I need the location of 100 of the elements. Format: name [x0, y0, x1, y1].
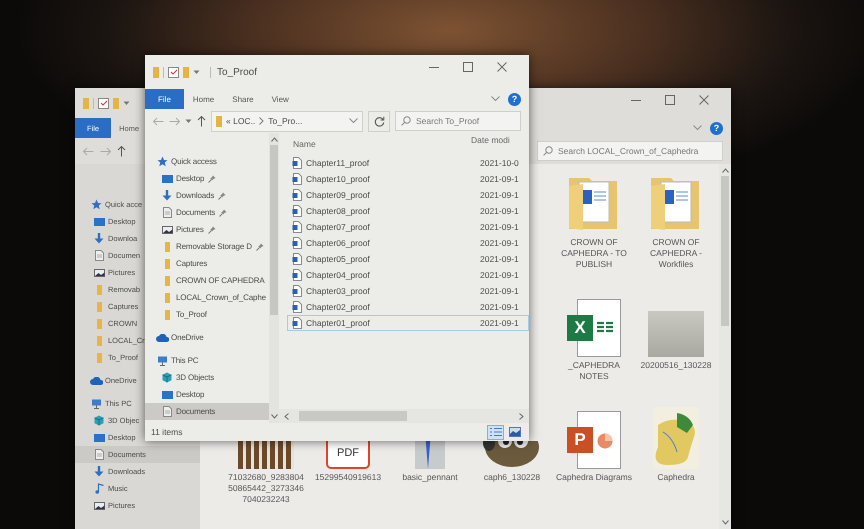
- nav-item[interactable]: Documents: [145, 403, 269, 420]
- column-header[interactable]: Date modi: [471, 135, 510, 145]
- nav-item[interactable]: Pictures: [145, 221, 269, 238]
- address-bar[interactable]: « LOC.. To_Pro...: [211, 110, 363, 132]
- help-button[interactable]: ?: [508, 92, 521, 106]
- file-tab[interactable]: File: [145, 89, 184, 109]
- music-note-icon: [94, 483, 104, 494]
- ribbon-tab[interactable]: Home: [184, 89, 224, 109]
- file-row[interactable]: Chapter10_proof 2021-09-1: [287, 171, 529, 187]
- nav-item[interactable]: Downloads: [145, 187, 269, 204]
- folder-label[interactable]: CROWN OF CAPHEDRA - Workfiles: [637, 237, 715, 270]
- scrollbar[interactable]: [279, 409, 529, 423]
- folder-label[interactable]: CROWN OF CAPHEDRA - TO PUBLISH: [555, 237, 633, 270]
- file-label[interactable]: caph6_130228: [484, 472, 540, 483]
- map-thumbnail[interactable]: [653, 407, 699, 469]
- caret-icon[interactable]: [193, 70, 200, 74]
- nav-item[interactable]: To_Proof: [145, 306, 269, 323]
- scroll-down-icon[interactable]: [270, 414, 278, 419]
- caret-icon[interactable]: [185, 118, 192, 124]
- document-icon: [292, 189, 302, 201]
- date-modified: 2021-09-1: [480, 238, 519, 248]
- scroll-left-icon[interactable]: [284, 412, 289, 420]
- nav-item[interactable]: Removable Storage D: [145, 238, 269, 255]
- star-icon: [156, 156, 168, 167]
- nav-item[interactable]: Quick access: [145, 153, 269, 170]
- scrollbar[interactable]: [719, 164, 731, 529]
- file-label[interactable]: basic_pennant: [402, 472, 458, 483]
- search-field[interactable]: Search LOCAL_Crown_of_Caphedra: [537, 141, 723, 161]
- nav-item[interactable]: Captures: [145, 255, 269, 272]
- date-modified: 2021-09-1: [480, 302, 519, 312]
- date-modified: 2021-09-1: [480, 174, 519, 184]
- nav-item[interactable]: Documents: [145, 204, 269, 221]
- ribbon-tab[interactable]: Share: [223, 89, 263, 109]
- document-icon: [292, 157, 302, 169]
- file-row[interactable]: Chapter02_proof 2021-09-1: [287, 299, 529, 315]
- file-row[interactable]: Chapter03_proof 2021-09-1: [287, 283, 529, 299]
- file-row[interactable]: Chapter07_proof 2021-09-1: [287, 219, 529, 235]
- document-icon: [292, 237, 302, 249]
- view-button[interactable]: [487, 424, 504, 440]
- refresh-button[interactable]: [368, 110, 390, 132]
- up-arrow-icon[interactable]: [197, 116, 206, 126]
- cloud-icon: [90, 376, 102, 384]
- view-button[interactable]: [506, 424, 523, 440]
- file-row[interactable]: Chapter08_proof 2021-09-1: [287, 203, 529, 219]
- cube-icon: [162, 372, 172, 383]
- properties-icon[interactable]: [98, 98, 109, 108]
- scroll-up-icon[interactable]: [270, 137, 278, 142]
- file-name: Chapter11_proof: [306, 158, 370, 168]
- scroll-down-icon[interactable]: [722, 520, 728, 525]
- date-modified: 2021-09-1: [480, 206, 519, 216]
- nav-item[interactable]: Desktop: [145, 386, 269, 403]
- file-name: Chapter08_proof: [306, 206, 371, 216]
- refresh-icon: [374, 116, 384, 126]
- nav-item[interactable]: 3D Objects: [145, 369, 269, 386]
- scroll-up-icon[interactable]: [722, 168, 728, 173]
- date-modified: 2021-09-1: [480, 318, 519, 328]
- search-field[interactable]: Search To_Proof: [395, 111, 521, 131]
- nav-item[interactable]: Desktop: [145, 170, 269, 187]
- file-row[interactable]: Chapter06_proof 2021-09-1: [287, 235, 529, 251]
- computer-icon: [156, 356, 168, 366]
- breadcrumb-item[interactable]: « LOC..: [226, 116, 256, 126]
- nav-item[interactable]: LOCAL_Crown_of_Caphe: [145, 289, 269, 306]
- file-name: Chapter03_proof: [306, 286, 371, 296]
- file-label[interactable]: _CAPHEDRA NOTES: [555, 360, 633, 382]
- file-row[interactable]: Chapter11_proof 2021-10-0: [287, 155, 529, 171]
- chevron-down-icon[interactable]: [349, 118, 358, 124]
- chart-thumbnail[interactable]: [238, 441, 294, 469]
- nav-item[interactable]: CROWN OF CAPHEDRA: [145, 272, 269, 289]
- forward-arrow-icon[interactable]: [169, 116, 180, 126]
- back-arrow-icon[interactable]: [153, 116, 164, 126]
- scroll-right-icon[interactable]: [519, 412, 524, 420]
- desktop-icon: [94, 218, 104, 226]
- scrollbar[interactable]: [269, 133, 279, 423]
- file-row[interactable]: Chapter01_proof 2021-09-1: [287, 315, 529, 331]
- picture-icon: [94, 268, 104, 276]
- file-label[interactable]: 71032680_928380450865442_32733467040232243: [227, 472, 305, 505]
- nav-item[interactable]: OneDrive: [145, 329, 269, 346]
- breadcrumb-item[interactable]: To_Pro...: [268, 116, 302, 126]
- caret-icon[interactable]: [123, 100, 130, 106]
- nav-item[interactable]: This PC: [145, 352, 269, 369]
- star-icon: [90, 199, 102, 210]
- file-label[interactable]: 20200516_130228: [640, 360, 712, 371]
- ribbon-tab[interactable]: View: [262, 89, 298, 109]
- pennant-thumbnail[interactable]: [415, 441, 445, 469]
- up-arrow-icon[interactable]: [117, 146, 126, 156]
- folder-icon: [216, 116, 222, 126]
- file-label[interactable]: Caphedra Diagrams: [556, 472, 632, 483]
- pdf-icon[interactable]: PDF: [326, 441, 370, 469]
- picture-icon: [162, 226, 172, 234]
- window-title: To_Proof: [210, 66, 258, 78]
- chevron-down-icon[interactable]: [491, 96, 500, 102]
- file-label[interactable]: Caphedra: [657, 472, 695, 483]
- file-row[interactable]: Chapter09_proof 2021-09-1: [287, 187, 529, 203]
- properties-icon[interactable]: [168, 66, 179, 78]
- help-button[interactable]: ?: [710, 122, 723, 134]
- file-row[interactable]: Chapter05_proof 2021-09-1: [287, 251, 529, 267]
- chevron-down-icon[interactable]: [693, 125, 702, 131]
- file-row[interactable]: Chapter04_proof 2021-09-1: [287, 267, 529, 283]
- file-label[interactable]: 15299540919613: [314, 472, 382, 483]
- column-header[interactable]: Name: [279, 139, 471, 149]
